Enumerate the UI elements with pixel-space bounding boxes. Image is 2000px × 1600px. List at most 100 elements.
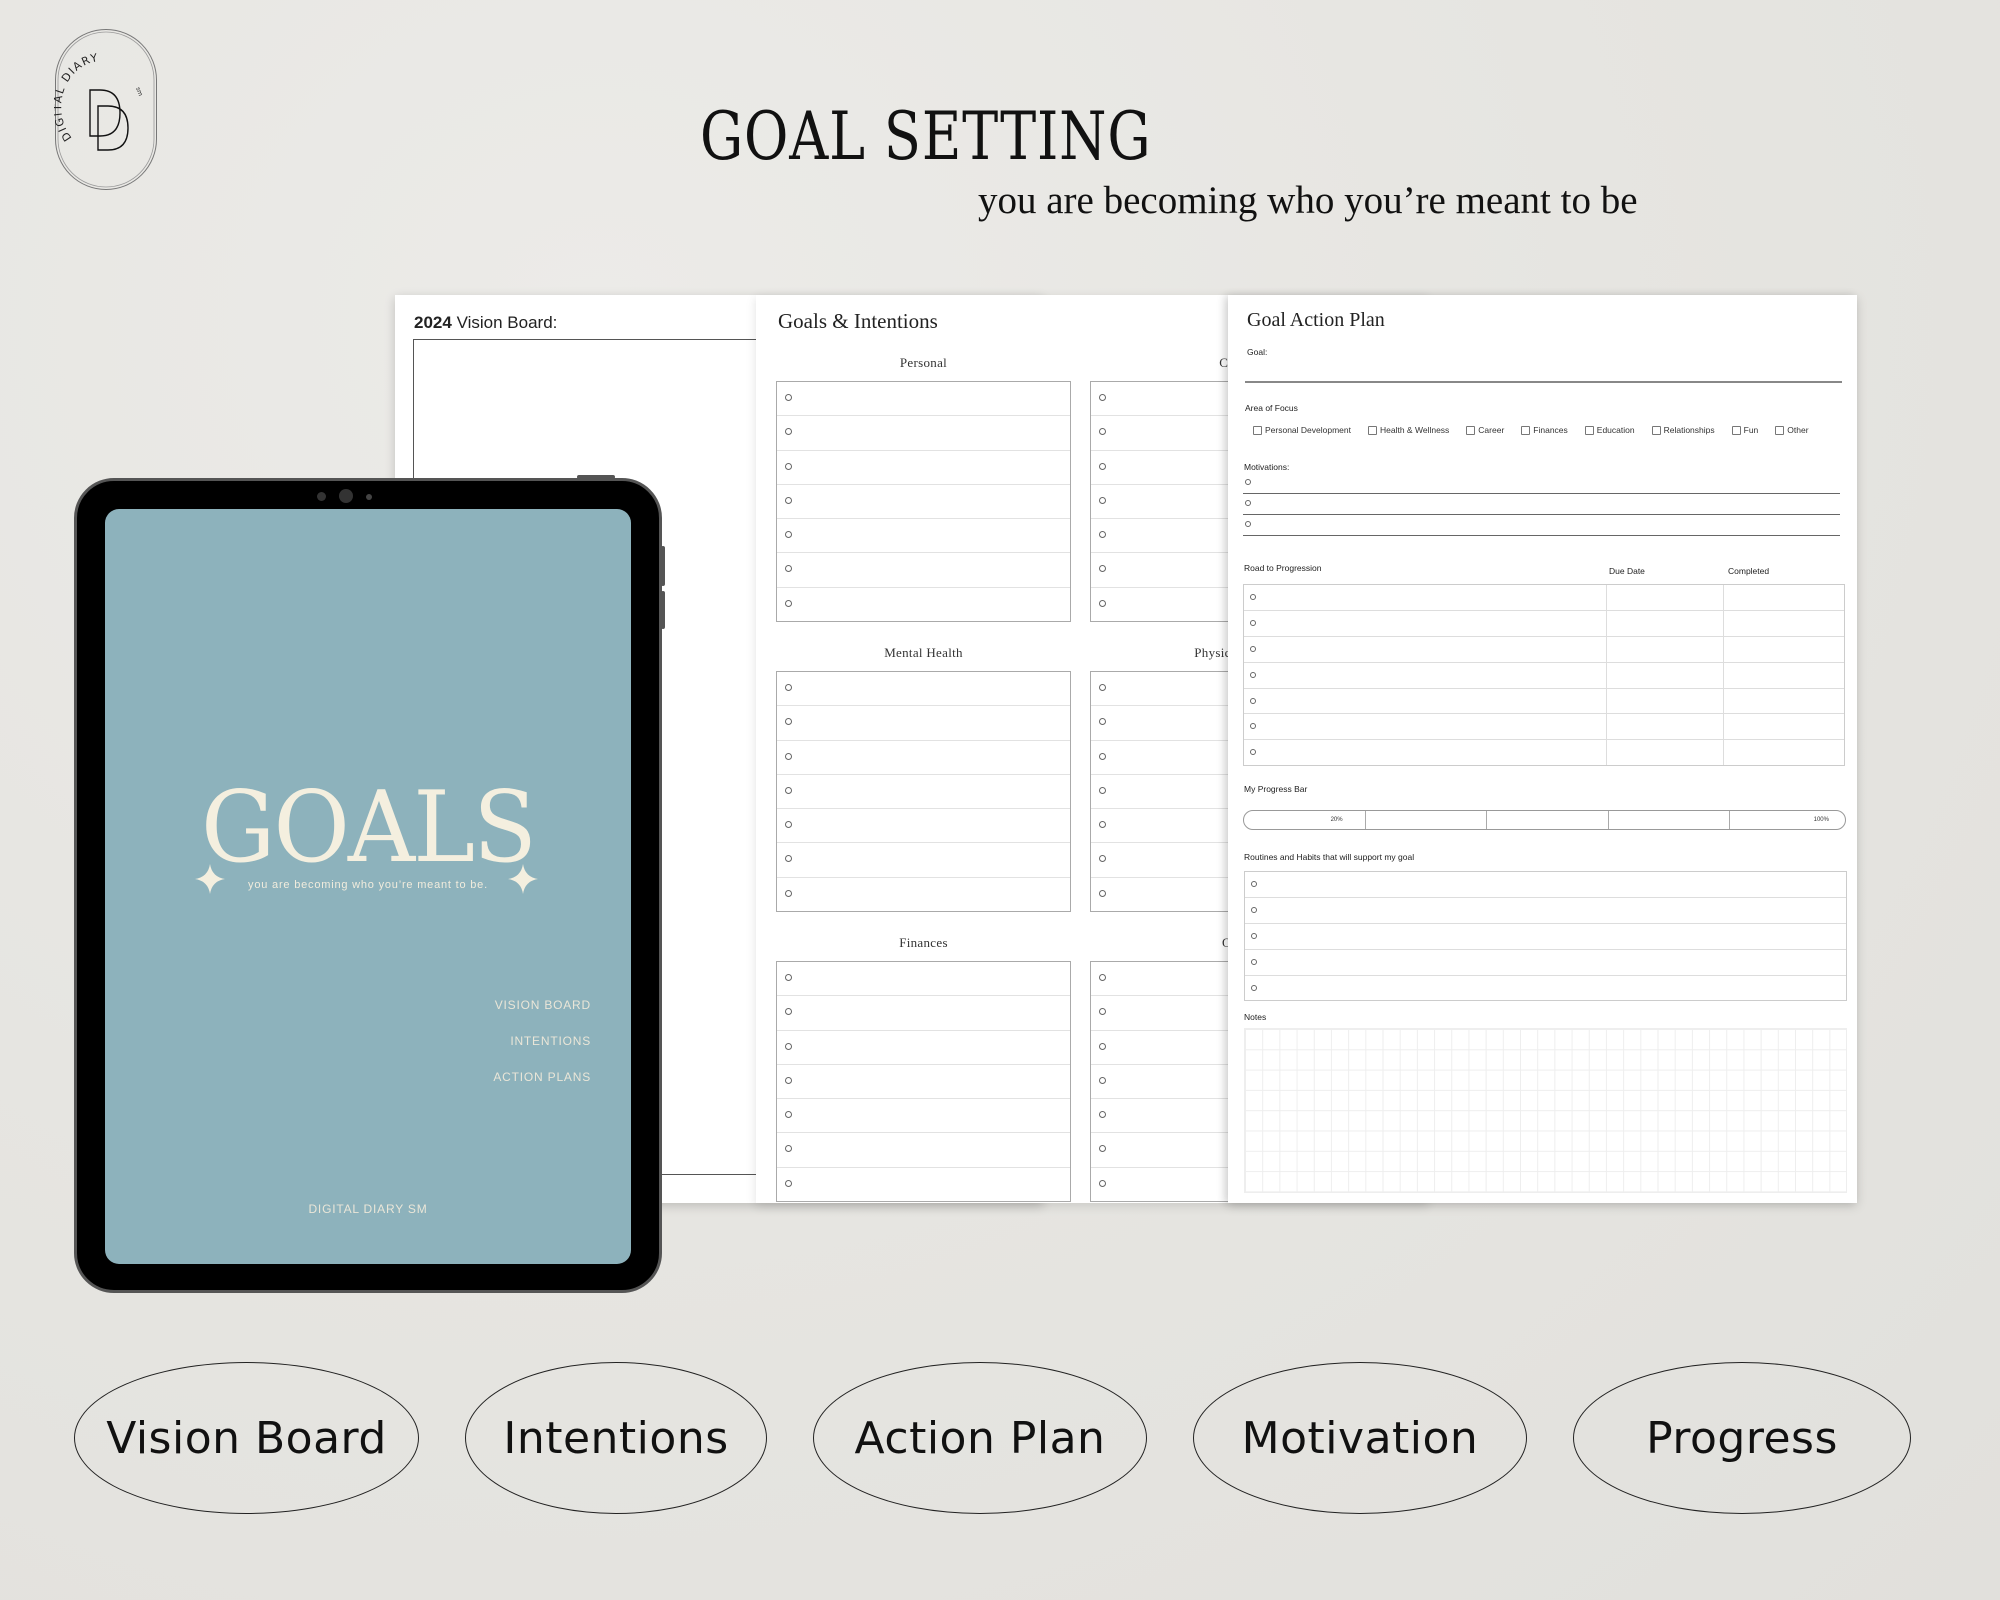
motivation-line[interactable]: [1243, 515, 1840, 536]
category-label: Mental Health: [884, 645, 963, 660]
list-item[interactable]: [777, 485, 1070, 520]
progress-segment[interactable]: [1609, 811, 1731, 829]
checkbox-icon[interactable]: [1651, 425, 1661, 435]
motivation-line[interactable]: [1243, 494, 1840, 515]
due-date-cell[interactable]: [1607, 714, 1724, 740]
bullet-icon: [1099, 462, 1106, 470]
tablet-camera-icon: [339, 489, 353, 503]
focus-option-personal-development[interactable]: Personal Development: [1253, 425, 1351, 435]
checkbox-icon[interactable]: [1466, 425, 1476, 435]
notes-grid[interactable]: [1244, 1028, 1847, 1193]
checkbox-icon[interactable]: [1584, 425, 1594, 435]
focus-option-career[interactable]: Career: [1466, 425, 1504, 435]
monogram-icon: [89, 89, 129, 151]
due-date-cell[interactable]: [1607, 585, 1724, 610]
tablet-sensor-icon: [317, 492, 326, 501]
motivations-label: Motivations:: [1244, 462, 1290, 472]
list-item[interactable]: [777, 1065, 1070, 1100]
focus-option-label: Relationships: [1663, 425, 1715, 435]
progress-bar-label: My Progress Bar: [1244, 784, 1308, 794]
area-of-focus-label: Area of Focus: [1245, 403, 1298, 413]
bullet-icon: [1245, 479, 1251, 485]
focus-option-education[interactable]: Education: [1584, 425, 1635, 435]
list-item[interactable]: [777, 1031, 1070, 1065]
focus-option-other[interactable]: Other: [1775, 425, 1809, 435]
goal-action-plan-page: Goal Action Plan Goal: Area of Focus Per…: [1228, 295, 1857, 1203]
step-cell[interactable]: [1244, 610, 1607, 636]
bullet-icon: [785, 394, 792, 401]
progress-bar[interactable]: 20% 100%: [1243, 810, 1846, 830]
routine-row[interactable]: [1245, 950, 1846, 976]
completed-cell[interactable]: [1724, 663, 1844, 688]
list-item[interactable]: [777, 706, 1070, 741]
list-item[interactable]: [777, 809, 1070, 844]
step-cell[interactable]: [1244, 740, 1607, 766]
due-date-cell[interactable]: [1607, 688, 1724, 714]
cover-nav-action-plans[interactable]: ACTION PLANS: [493, 1070, 591, 1084]
cover-tagline: you are becoming who you’re meant to be.: [248, 879, 488, 891]
list-item[interactable]: [777, 588, 1070, 621]
list-item[interactable]: [777, 962, 1070, 997]
due-date-cell[interactable]: [1607, 610, 1724, 636]
step-cell[interactable]: [1244, 714, 1607, 740]
completed-cell[interactable]: [1724, 585, 1844, 610]
step-cell[interactable]: [1244, 636, 1607, 662]
completed-cell[interactable]: [1724, 714, 1844, 739]
progress-segment[interactable]: 100%: [1730, 811, 1845, 829]
completed-cell[interactable]: [1724, 637, 1844, 662]
focus-option-health-wellness[interactable]: Health & Wellness: [1368, 425, 1449, 435]
step-cell[interactable]: [1244, 662, 1607, 688]
bullet-icon: [1251, 906, 1257, 913]
list-item[interactable]: [777, 382, 1070, 417]
list-item[interactable]: [777, 775, 1070, 810]
list-item[interactable]: [777, 843, 1070, 878]
list-item[interactable]: [777, 519, 1070, 554]
goal-input-line[interactable]: [1245, 381, 1842, 383]
completed-cell[interactable]: [1724, 689, 1844, 714]
list-item[interactable]: [777, 451, 1070, 485]
progress-segment[interactable]: 20%: [1244, 811, 1366, 829]
cover-nav-vision-board[interactable]: VISION BOARD: [495, 998, 591, 1012]
routine-row[interactable]: [1245, 898, 1846, 924]
checkbox-icon[interactable]: [1731, 425, 1741, 435]
checkbox-icon[interactable]: [1521, 425, 1531, 435]
bullet-icon: [785, 1076, 792, 1084]
checkbox-icon[interactable]: [1775, 425, 1785, 435]
routine-row[interactable]: [1245, 976, 1846, 1001]
logo-arc-text: DIGITAL DIARY: [54, 51, 100, 144]
checkbox-icon[interactable]: [1253, 425, 1262, 435]
cover-title: GOALS: [200, 771, 537, 885]
routine-row[interactable]: [1245, 924, 1846, 950]
due-date-cell[interactable]: [1607, 636, 1724, 662]
completed-cell[interactable]: [1724, 740, 1844, 765]
step-cell[interactable]: [1244, 688, 1607, 714]
list-item[interactable]: [777, 1133, 1070, 1168]
motivation-line[interactable]: [1243, 473, 1840, 494]
cover-nav-intentions[interactable]: INTENTIONS: [510, 1034, 591, 1048]
bullet-icon: [1250, 594, 1256, 600]
checkbox-icon[interactable]: [1368, 425, 1377, 435]
list-item[interactable]: [777, 1168, 1070, 1201]
progress-segment[interactable]: [1366, 811, 1488, 829]
completed-cell[interactable]: [1724, 611, 1844, 636]
focus-option-relationships[interactable]: Relationships: [1651, 425, 1715, 435]
bullet-icon: [1099, 599, 1106, 607]
list-item[interactable]: [777, 416, 1070, 451]
bullet-icon: [1099, 1076, 1106, 1084]
list-item[interactable]: [777, 741, 1070, 775]
due-date-cell[interactable]: [1607, 740, 1724, 766]
routine-row[interactable]: [1245, 872, 1846, 898]
step-cell[interactable]: [1244, 585, 1607, 610]
focus-option-finances[interactable]: Finances: [1521, 425, 1568, 435]
tablet-volume-down-button: [661, 591, 665, 629]
list-item[interactable]: [777, 878, 1070, 911]
list-item[interactable]: [777, 553, 1070, 588]
list-item[interactable]: [777, 672, 1070, 707]
list-item[interactable]: [777, 996, 1070, 1031]
focus-option-fun[interactable]: Fun: [1731, 425, 1758, 435]
bullet-icon: [785, 974, 792, 981]
due-date-cell[interactable]: [1607, 662, 1724, 688]
list-item[interactable]: [777, 1099, 1070, 1134]
bullet-icon: [1099, 752, 1106, 760]
progress-segment[interactable]: [1487, 811, 1609, 829]
